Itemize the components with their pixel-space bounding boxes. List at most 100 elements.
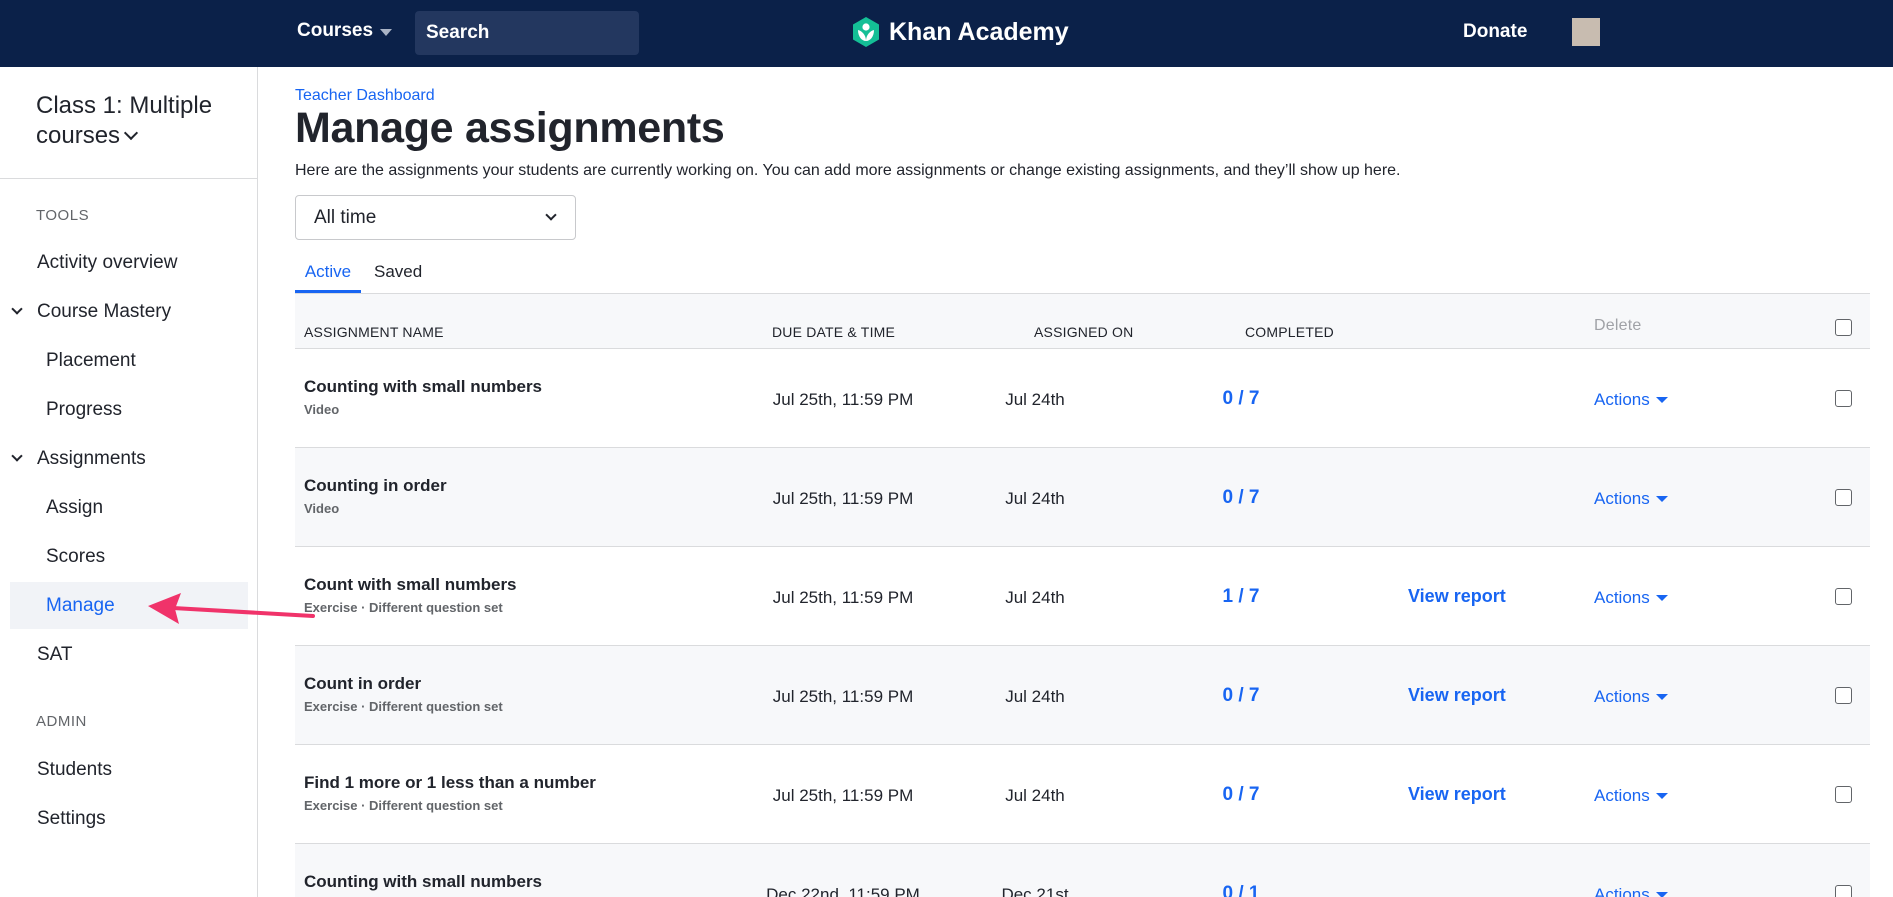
khan-academy-leaf-icon: [853, 17, 879, 47]
sidebar-divider: [0, 178, 258, 179]
row-checkbox[interactable]: [1835, 489, 1852, 506]
chevron-down-icon: [545, 209, 557, 221]
caret-down-icon: [1655, 595, 1668, 601]
table-row: Count in order Exercise · Different ques…: [295, 646, 1870, 745]
actions-label: Actions: [1594, 390, 1650, 409]
column-header-completed: COMPLETED: [1245, 324, 1334, 340]
row-checkbox[interactable]: [1835, 390, 1852, 407]
class-title: Class 1: Multiple courses: [36, 92, 213, 149]
sidebar-item-scores[interactable]: Scores: [46, 546, 105, 568]
assignment-type: Exercise · Different question set: [304, 798, 503, 813]
row-checkbox[interactable]: [1835, 588, 1852, 605]
assignment-name: Find 1 more or 1 less than a number: [304, 773, 596, 792]
tab-active[interactable]: Active: [295, 262, 361, 293]
assignment-type: Exercise · Different question set: [304, 600, 503, 615]
due-date: Dec 22nd, 11:59 PM: [766, 885, 920, 897]
assignment-name: Counting in order: [304, 476, 447, 495]
actions-menu[interactable]: Actions: [1594, 390, 1668, 410]
sidebar-heading-admin: ADMIN: [36, 713, 87, 730]
select-all-checkbox[interactable]: [1835, 319, 1852, 336]
assigned-on: Jul 24th: [1005, 390, 1065, 409]
logo-text: Khan Academy: [889, 17, 1069, 46]
column-header-assignment-name: ASSIGNMENT NAME: [304, 324, 444, 340]
completed-count-link[interactable]: 1 / 7: [1201, 586, 1281, 608]
chevron-down-icon: [11, 303, 23, 315]
class-selector[interactable]: Class 1: Multiple courses: [36, 91, 246, 151]
actions-label: Actions: [1594, 687, 1650, 706]
actions-label: Actions: [1594, 786, 1650, 805]
caret-down-icon: [1655, 397, 1668, 403]
search-box[interactable]: [415, 11, 688, 55]
assignment-name: Counting with small numbers: [304, 377, 543, 396]
delete-button[interactable]: Delete: [1594, 317, 1641, 335]
annotation-arrow-icon: [148, 593, 315, 624]
assignment-name: Count with small numbers: [304, 575, 517, 594]
sidebar-item-manage[interactable]: Manage: [46, 595, 115, 617]
sidebar-item-course-mastery[interactable]: Course Mastery: [11, 301, 172, 323]
completed-count-link[interactable]: 0 / 7: [1201, 685, 1281, 707]
khan-academy-logo[interactable]: Khan Academy: [851, 16, 1069, 48]
top-nav-bar: Courses Khan Academy Donate: [0, 0, 1893, 67]
view-report-link[interactable]: View report: [1408, 685, 1506, 706]
avatar[interactable]: [1572, 18, 1600, 46]
table-row: Counting in order Video Jul 25th, 11:59 …: [295, 448, 1870, 547]
assigned-on: Jul 24th: [1005, 687, 1065, 706]
assigned-on: Jul 24th: [1005, 786, 1065, 805]
completed-count-link[interactable]: 0 / 1: [1201, 883, 1281, 897]
caret-down-icon: [1655, 892, 1668, 897]
actions-menu[interactable]: Actions: [1594, 885, 1668, 897]
view-report-link[interactable]: View report: [1408, 586, 1506, 607]
actions-menu[interactable]: Actions: [1594, 786, 1668, 806]
caret-down-icon: [1655, 793, 1668, 799]
assignment-type: Video: [304, 402, 340, 417]
actions-menu[interactable]: Actions: [1594, 687, 1668, 707]
chevron-down-icon: [123, 125, 139, 141]
completed-count-link[interactable]: 0 / 7: [1201, 487, 1281, 509]
sidebar-item-settings[interactable]: Settings: [37, 808, 106, 830]
due-date: Jul 25th, 11:59 PM: [772, 786, 914, 805]
time-filter-value: All time: [314, 206, 377, 228]
sidebar-item-label: Assignments: [37, 448, 146, 469]
sidebar-item-students[interactable]: Students: [37, 759, 112, 781]
sidebar-item-progress[interactable]: Progress: [46, 399, 122, 421]
assignment-type: Video: [304, 501, 340, 516]
actions-label: Actions: [1594, 489, 1650, 508]
view-report-link[interactable]: View report: [1408, 784, 1506, 805]
sidebar-heading-tools: TOOLS: [36, 207, 90, 224]
chevron-down-icon: [11, 450, 23, 462]
due-date: Jul 25th, 11:59 PM: [772, 588, 914, 607]
table-row: Counting with small numbers Video Jul 25…: [295, 349, 1870, 448]
completed-count-link[interactable]: 0 / 7: [1201, 388, 1281, 410]
table-row: Count with small numbers Exercise · Diff…: [295, 547, 1870, 646]
sidebar-item-label: Course Mastery: [37, 301, 172, 322]
time-filter-select[interactable]: All time: [295, 195, 576, 240]
column-header-due-date: DUE DATE & TIME: [772, 324, 896, 340]
sidebar-item-assignments[interactable]: Assignments: [11, 448, 146, 470]
breadcrumb[interactable]: Teacher Dashboard: [295, 87, 435, 105]
courses-menu[interactable]: Courses: [297, 20, 393, 42]
row-checkbox[interactable]: [1835, 687, 1852, 704]
due-date: Jul 25th, 11:59 PM: [772, 489, 914, 508]
table-row: Find 1 more or 1 less than a number Exer…: [295, 745, 1870, 844]
column-header-assigned-on: ASSIGNED ON: [1034, 324, 1134, 340]
due-date: Jul 25th, 11:59 PM: [772, 687, 914, 706]
sidebar-item-activity-overview[interactable]: Activity overview: [37, 252, 177, 274]
row-checkbox[interactable]: [1835, 786, 1852, 803]
tab-saved[interactable]: Saved: [374, 262, 422, 290]
search-input[interactable]: [426, 22, 688, 44]
caret-down-icon: [1655, 694, 1668, 700]
sidebar-item-assign[interactable]: Assign: [46, 497, 103, 519]
row-checkbox[interactable]: [1835, 885, 1852, 897]
sidebar-item-sat[interactable]: SAT: [37, 644, 73, 666]
page-description: Here are the assignments your students a…: [295, 162, 1401, 179]
actions-menu[interactable]: Actions: [1594, 489, 1668, 509]
caret-down-icon: [380, 29, 393, 36]
assigned-on: Dec 21st: [1001, 885, 1069, 897]
sidebar-item-placement[interactable]: Placement: [46, 350, 136, 372]
completed-count-link[interactable]: 0 / 7: [1201, 784, 1281, 806]
actions-menu[interactable]: Actions: [1594, 588, 1668, 608]
caret-down-icon: [1655, 496, 1668, 502]
donate-link[interactable]: Donate: [1463, 21, 1527, 43]
assignment-name: Counting with small numbers: [304, 872, 543, 891]
assignment-type: Exercise · Different question set: [304, 699, 503, 714]
